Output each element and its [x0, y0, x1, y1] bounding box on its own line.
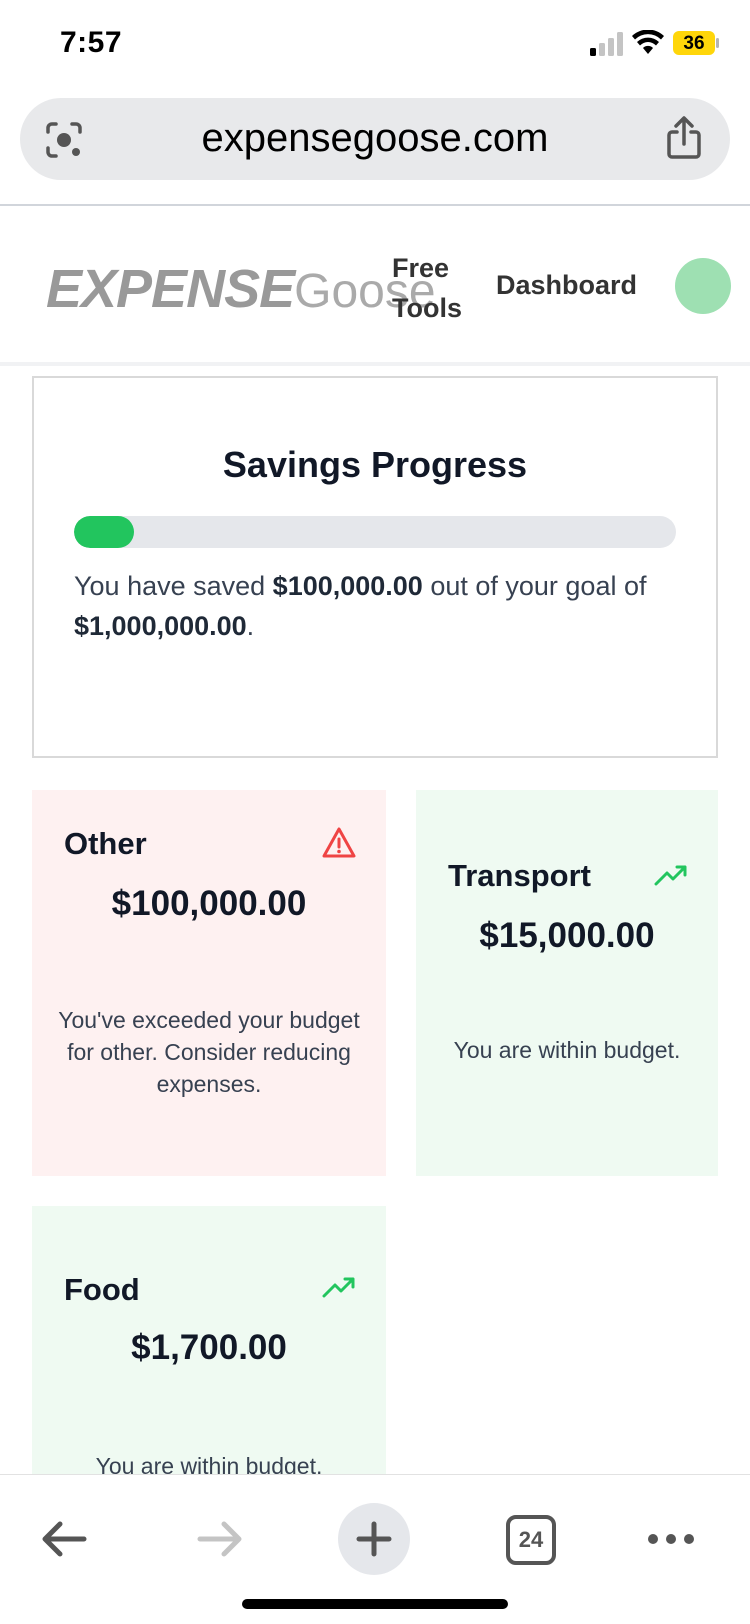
status-time: 7:57 — [60, 26, 123, 59]
category-message: You are within budget. — [453, 1037, 681, 1063]
trending-up-icon — [654, 865, 687, 886]
savings-text-prefix: You have saved — [74, 571, 273, 601]
wifi-icon — [632, 30, 664, 54]
back-arrow-icon[interactable] — [40, 1519, 88, 1559]
category-card-food: Food $1,700.00 You are within budget. — [32, 1206, 386, 1479]
cellular-signal-icon — [590, 32, 623, 56]
more-menu-icon[interactable] — [646, 1525, 696, 1553]
avatar[interactable] — [675, 258, 731, 314]
category-name: Transport — [448, 858, 591, 893]
site-header: EXPENSEGoose Free Tools Dashboard — [0, 206, 750, 366]
status-bar: 7:57 36 — [0, 0, 750, 90]
battery-level: 36 — [683, 33, 704, 54]
warning-icon — [322, 827, 356, 858]
forward-arrow-icon[interactable] — [196, 1519, 244, 1559]
browser-toolbar: 24 — [0, 1474, 750, 1624]
tab-switcher-button[interactable]: 24 — [506, 1515, 556, 1565]
address-bar[interactable]: expensegoose.com — [20, 98, 730, 180]
savings-progress-fill — [74, 516, 135, 548]
savings-progress-card: Savings Progress You have saved $100,000… — [32, 376, 718, 758]
logo-expense: EXPENSE — [46, 259, 295, 319]
battery-icon: 36 — [673, 31, 719, 55]
savings-title: Savings Progress — [222, 444, 528, 485]
url-text[interactable]: expensegoose.com — [20, 116, 730, 161]
category-amount: $15,000.00 — [479, 916, 655, 955]
saved-amount: $100,000.00 — [272, 571, 423, 601]
category-amount: $1,700.00 — [131, 1328, 287, 1367]
goal-amount: $1,000,000.00 — [74, 611, 247, 641]
category-message: You've exceeded your budget for other. C… — [58, 1007, 360, 1097]
home-indicator — [242, 1599, 508, 1609]
category-card-other: Other $100,000.00 You've exceeded your b… — [32, 790, 386, 1176]
category-card-transport: Transport $15,000.00 You are within budg… — [416, 790, 718, 1176]
nav-dashboard[interactable]: Dashboard — [496, 270, 637, 301]
site-logo[interactable]: EXPENSEGoose — [46, 258, 436, 320]
savings-text-suffix: . — [246, 611, 255, 641]
category-name: Food — [64, 1272, 140, 1307]
new-tab-button[interactable] — [338, 1503, 410, 1575]
category-name: Other — [64, 826, 147, 861]
nav-free-tools[interactable]: Free Tools — [392, 248, 482, 328]
share-icon[interactable] — [664, 116, 704, 160]
trending-up-icon — [322, 1277, 355, 1298]
savings-text-middle: out of your goal of — [422, 571, 647, 601]
savings-progress-bar — [74, 516, 676, 548]
savings-text: You have saved $100,000.00 out of your g… — [74, 566, 684, 646]
category-amount: $100,000.00 — [111, 884, 307, 923]
plus-icon — [356, 1521, 392, 1557]
